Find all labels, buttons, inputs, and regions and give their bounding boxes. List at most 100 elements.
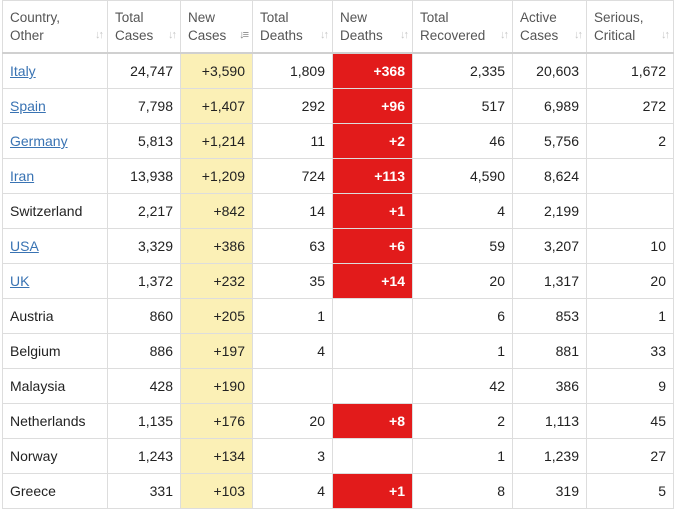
country-link[interactable]: Spain — [10, 98, 46, 114]
total-cases-cell: 886 — [107, 333, 181, 369]
total-recovered-cell: 4 — [412, 193, 513, 229]
serious-critical-cell: 272 — [586, 88, 674, 124]
sort-icon[interactable]: ↓↑ — [574, 26, 583, 44]
total-cases-cell: 1,243 — [107, 438, 181, 474]
active-cases-cell: 6,989 — [512, 88, 587, 124]
table-header-row: Country, Other ↓↑ Total Cases ↓↑ New Cases ↓≡ … — [2, 0, 674, 54]
country-link[interactable]: Iran — [10, 168, 34, 184]
table-row: Netherlands 1,135 +176 20 +8 2 1,113 45 — [2, 403, 674, 439]
serious-critical-cell: 1,672 — [586, 52, 674, 89]
new-cases-cell: +205 — [180, 298, 253, 334]
col-header-line: Total — [420, 9, 449, 25]
total-recovered-cell: 1 — [412, 438, 513, 474]
new-deaths-cell: +1 — [332, 473, 413, 509]
country-cell[interactable]: Italy — [2, 52, 108, 89]
serious-critical-cell: 9 — [586, 368, 674, 404]
serious-critical-cell: 33 — [586, 333, 674, 369]
new-cases-cell: +3,590 — [180, 52, 253, 89]
sort-icon[interactable]: ↓↑ — [400, 26, 409, 44]
country-cell: Malaysia — [2, 368, 108, 404]
col-header-active-cases[interactable]: Active Cases ↓↑ — [512, 0, 587, 54]
sort-icon[interactable]: ↓↑ — [661, 26, 670, 44]
country-link[interactable]: USA — [10, 238, 39, 254]
total-cases-cell: 7,798 — [107, 88, 181, 124]
active-cases-cell: 1,239 — [512, 438, 587, 474]
total-cases-cell: 1,135 — [107, 403, 181, 439]
col-header-line: Total — [260, 9, 289, 25]
new-cases-cell: +1,209 — [180, 158, 253, 194]
country-cell[interactable]: Spain — [2, 88, 108, 124]
total-recovered-cell: 6 — [412, 298, 513, 334]
active-cases-cell: 853 — [512, 298, 587, 334]
total-cases-cell: 3,329 — [107, 228, 181, 264]
total-recovered-cell: 59 — [412, 228, 513, 264]
sort-icon[interactable]: ↓↑ — [95, 26, 104, 44]
col-header-line: Recovered — [420, 27, 486, 43]
col-header-total-cases[interactable]: Total Cases ↓↑ — [107, 0, 181, 54]
country-link[interactable]: Germany — [10, 133, 68, 149]
new-cases-cell: +197 — [180, 333, 253, 369]
active-cases-cell: 20,603 — [512, 52, 587, 89]
cases-table: Country, Other ↓↑ Total Cases ↓↑ New Cases ↓≡ … — [2, 0, 674, 509]
table-row: UK 1,372 +232 35 +14 20 1,317 20 — [2, 263, 674, 299]
new-cases-cell: +190 — [180, 368, 253, 404]
total-cases-cell: 24,747 — [107, 52, 181, 89]
col-header-line: Deaths — [260, 27, 303, 43]
col-header-new-cases[interactable]: New Cases ↓≡ — [180, 0, 253, 54]
sort-icon[interactable]: ↓↑ — [168, 26, 177, 44]
table-row: Germany 5,813 +1,214 11 +2 46 5,756 2 — [2, 123, 674, 159]
total-deaths-cell: 11 — [252, 123, 333, 159]
col-header-total-recovered[interactable]: Total Recovered ↓↑ — [412, 0, 513, 54]
sort-icon[interactable]: ↓↑ — [500, 26, 509, 44]
serious-critical-cell — [586, 158, 674, 194]
country-cell: Austria — [2, 298, 108, 334]
new-deaths-cell — [332, 438, 413, 474]
serious-critical-cell: 5 — [586, 473, 674, 509]
country-cell: Norway — [2, 438, 108, 474]
country-link[interactable]: Italy — [10, 63, 36, 79]
total-deaths-cell: 14 — [252, 193, 333, 229]
serious-critical-cell — [586, 193, 674, 229]
country-cell: Belgium — [2, 333, 108, 369]
country-cell[interactable]: USA — [2, 228, 108, 264]
col-header-new-deaths[interactable]: New Deaths ↓↑ — [332, 0, 413, 54]
country-link[interactable]: UK — [10, 273, 29, 289]
col-header-country[interactable]: Country, Other ↓↑ — [2, 0, 108, 54]
sort-desc-icon[interactable]: ↓≡ — [239, 26, 249, 44]
total-recovered-cell: 2,335 — [412, 52, 513, 89]
col-header-line: Critical — [594, 27, 636, 43]
active-cases-cell: 1,113 — [512, 403, 587, 439]
active-cases-cell: 881 — [512, 333, 587, 369]
new-cases-cell: +842 — [180, 193, 253, 229]
country-cell[interactable]: Iran — [2, 158, 108, 194]
total-recovered-cell: 46 — [412, 123, 513, 159]
total-cases-cell: 13,938 — [107, 158, 181, 194]
country-cell[interactable]: UK — [2, 263, 108, 299]
sort-icon[interactable]: ↓↑ — [320, 26, 329, 44]
new-cases-cell: +176 — [180, 403, 253, 439]
col-header-total-deaths[interactable]: Total Deaths ↓↑ — [252, 0, 333, 54]
active-cases-cell: 319 — [512, 473, 587, 509]
new-cases-cell: +134 — [180, 438, 253, 474]
country-cell[interactable]: Germany — [2, 123, 108, 159]
total-deaths-cell: 292 — [252, 88, 333, 124]
total-deaths-cell: 1 — [252, 298, 333, 334]
total-deaths-cell: 20 — [252, 403, 333, 439]
table-row: Italy 24,747 +3,590 1,809 +368 2,335 20,… — [2, 52, 674, 89]
total-cases-cell: 331 — [107, 473, 181, 509]
total-deaths-cell — [252, 368, 333, 404]
new-deaths-cell — [332, 333, 413, 369]
serious-critical-cell: 10 — [586, 228, 674, 264]
new-cases-cell: +1,214 — [180, 123, 253, 159]
active-cases-cell: 5,756 — [512, 123, 587, 159]
country-cell: Greece — [2, 473, 108, 509]
serious-critical-cell: 2 — [586, 123, 674, 159]
col-header-serious-critical[interactable]: Serious, Critical ↓↑ — [586, 0, 674, 54]
serious-critical-cell: 27 — [586, 438, 674, 474]
col-header-line: Deaths — [340, 27, 383, 43]
col-header-line: Serious, — [594, 9, 644, 25]
active-cases-cell: 3,207 — [512, 228, 587, 264]
col-header-line: Active — [520, 9, 557, 25]
total-recovered-cell: 2 — [412, 403, 513, 439]
new-deaths-cell: +1 — [332, 193, 413, 229]
